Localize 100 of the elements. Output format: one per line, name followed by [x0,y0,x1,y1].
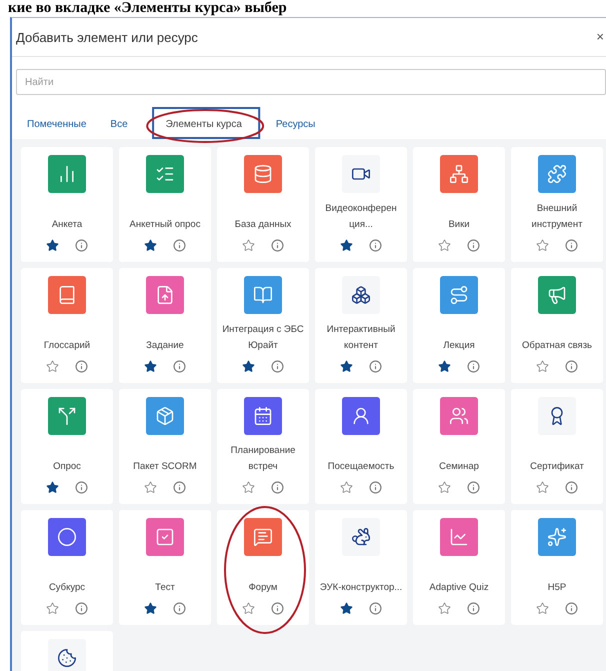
info-icon[interactable] [467,602,480,615]
info-icon[interactable] [173,360,186,373]
info-icon[interactable] [565,239,578,252]
tab[interactable]: Все [110,114,128,134]
star-icon[interactable] [340,602,353,615]
info-icon[interactable] [75,602,88,615]
star-icon[interactable] [242,360,255,373]
info-icon[interactable] [75,481,88,494]
star-icon[interactable] [438,602,451,615]
info-icon[interactable] [369,602,382,615]
dialog-title: Добавить элемент или ресурс [16,30,198,44]
info-icon[interactable] [271,239,284,252]
item-label: Анкета [52,218,82,232]
item-card[interactable]: Сертификат [511,389,603,504]
item-label: Глоссарий [44,339,90,353]
info-icon[interactable] [271,360,284,373]
item-card[interactable]: Лекция [413,268,505,383]
item-label: Вики [448,218,470,232]
item-card[interactable]: База данных [217,147,309,262]
item-label: Интерактивный контент [326,323,396,353]
item-label: Семинар [439,460,479,474]
item-card[interactable]: Глоссарий [21,268,113,383]
info-icon[interactable] [369,239,382,252]
item-card[interactable]: Субкурс [21,510,113,625]
star-icon[interactable] [438,360,451,373]
star-icon[interactable] [536,481,549,494]
item-label: Субкурс [48,581,86,595]
star-icon[interactable] [242,602,255,615]
item-card[interactable]: Внешний инструмент [511,147,603,262]
star-icon[interactable] [438,239,451,252]
info-icon[interactable] [271,481,284,494]
star-icon[interactable] [144,481,157,494]
item-label: Интеграция с ЭБС Юрайт [221,323,305,353]
item-label: Обратная связь [522,339,592,353]
item-label: Пакет SCORM [133,460,197,474]
item-card[interactable]: Задание [119,268,211,383]
star-icon[interactable] [340,481,353,494]
item-card[interactable]: Вики [413,147,505,262]
item-label: Видеоконферен ция... [324,202,398,232]
item-card[interactable]: Adaptive Quiz [413,510,505,625]
item-label: Лекция [443,339,475,353]
item-card[interactable]: Семинар [413,389,505,504]
item-card[interactable]: Опрос [21,389,113,504]
item-label: Форум [248,581,278,595]
star-icon[interactable] [144,239,157,252]
star-icon[interactable] [438,481,451,494]
item-label: Задание [146,339,184,353]
item-label: H5P [548,581,566,595]
star-icon[interactable] [340,360,353,373]
star-icon[interactable] [46,602,59,615]
item-card[interactable]: Пакет SCORM [119,389,211,504]
tab[interactable]: Помеченные [27,114,86,134]
item-card[interactable]: Планирование встреч [217,389,309,504]
star-icon[interactable] [46,481,59,494]
star-icon[interactable] [536,239,549,252]
item-label: База данных [234,218,292,232]
info-icon[interactable] [75,239,88,252]
info-icon[interactable] [271,602,284,615]
item-card[interactable]: Интерактивный контент [315,268,407,383]
info-icon[interactable] [173,602,186,615]
item-label: Adaptive Quiz [429,581,489,595]
info-icon[interactable] [467,481,480,494]
star-icon[interactable] [340,239,353,252]
item-card[interactable]: Анкета [21,147,113,262]
info-icon[interactable] [467,239,480,252]
info-icon[interactable] [467,360,480,373]
search-field[interactable]: Найти [16,69,606,95]
info-icon[interactable] [369,360,382,373]
info-icon[interactable] [173,481,186,494]
item-card[interactable]: Анкетный опрос [119,147,211,262]
info-icon[interactable] [369,481,382,494]
item-label: Анкетный опрос [130,218,200,232]
info-icon[interactable] [565,481,578,494]
star-icon[interactable] [536,360,549,373]
star-icon[interactable] [242,239,255,252]
item-card[interactable]: H5P [511,510,603,625]
item-card[interactable]: Видеоконферен ция... [315,147,407,262]
star-icon[interactable] [46,239,59,252]
item-card[interactable]: Обратная связь [511,268,603,383]
item-card[interactable]: Форум [217,510,309,625]
star-icon[interactable] [46,360,59,373]
item-card[interactable]: ЭУК-конструктор... [315,510,407,625]
close-button[interactable]: × [596,30,604,44]
tab[interactable]: Ресурсы [276,114,316,134]
star-icon[interactable] [242,481,255,494]
item-card[interactable]: Тест [119,510,211,625]
star-icon[interactable] [536,602,549,615]
star-icon[interactable] [144,602,157,615]
info-icon[interactable] [173,239,186,252]
item-label: Посещаемость [328,460,394,474]
info-icon[interactable] [565,602,578,615]
item-label: Опрос [53,460,81,474]
star-icon[interactable] [144,360,157,373]
heading-text: кие во вкладке «Элементы курса» выбер [7,0,288,17]
item-label: ЭУК-конструктор... [320,581,402,595]
item-card[interactable]: Посещаемость [315,389,407,504]
item-card[interactable]: Интеграция с ЭБС Юрайт [217,268,309,383]
info-icon[interactable] [565,360,578,373]
info-icon[interactable] [75,360,88,373]
item-label: Сертификат [530,460,584,474]
